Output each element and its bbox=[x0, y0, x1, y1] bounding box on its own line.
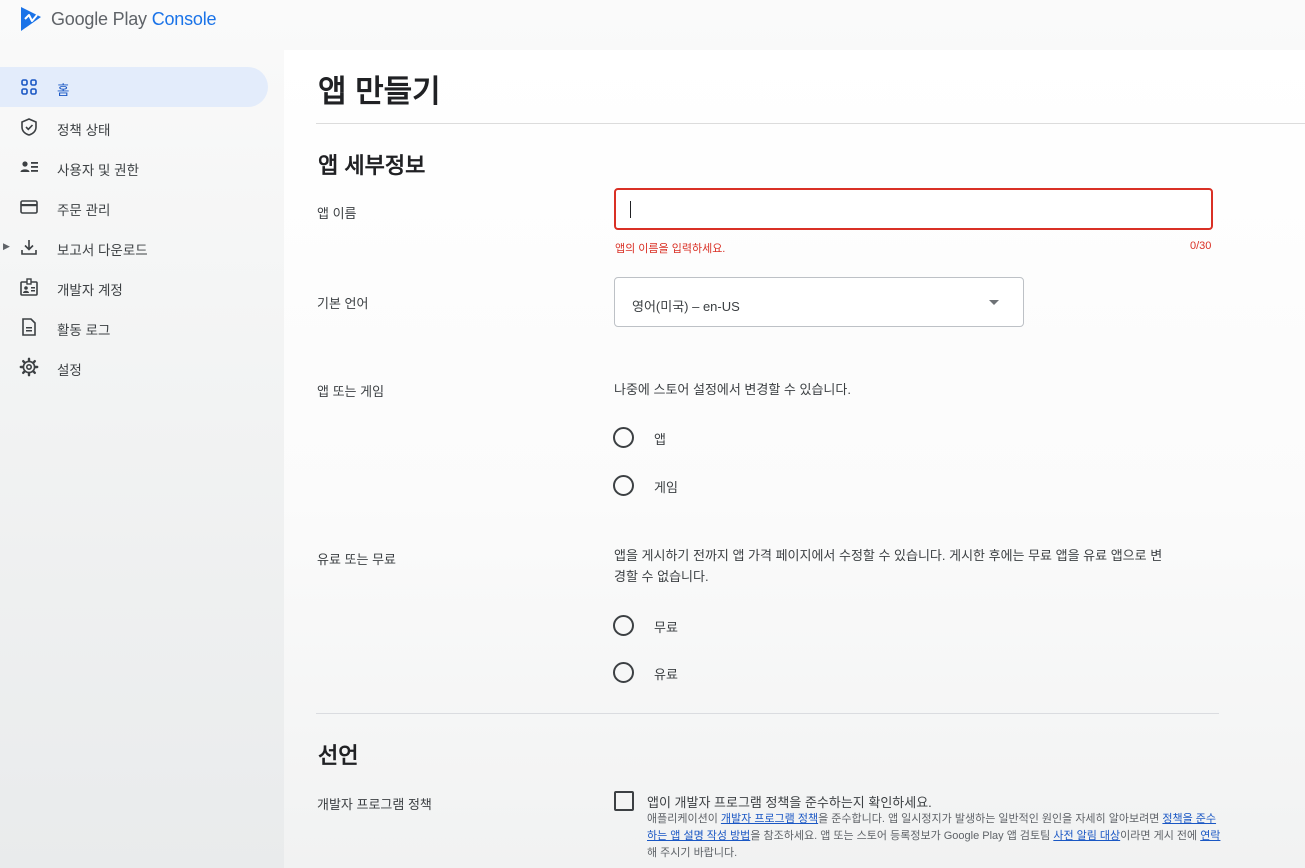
page-title: 앱 만들기 bbox=[318, 74, 441, 109]
sidebar-item-label: 설정 bbox=[57, 363, 82, 378]
sidebar-item-label: 홈 bbox=[57, 83, 70, 98]
brand-console: Console bbox=[151, 9, 217, 29]
radio-button[interactable] bbox=[613, 615, 634, 636]
app-name-input[interactable] bbox=[614, 188, 1213, 230]
policy-text-part: 애플리케이션이 bbox=[647, 813, 721, 825]
sidebar-item-order-management[interactable]: 주문 관리 bbox=[0, 187, 268, 227]
app-name-char-counter: 0/30 bbox=[1190, 240, 1212, 252]
app-name-error: 앱의 이름을 입력하세요. bbox=[615, 243, 726, 255]
gear-icon bbox=[19, 357, 39, 377]
sidebar-item-label: 주문 관리 bbox=[57, 203, 111, 218]
radio-button[interactable] bbox=[613, 662, 634, 683]
dashboard-icon bbox=[21, 79, 37, 95]
radio-button[interactable] bbox=[613, 475, 634, 496]
policy-checkbox-label: 앱이 개발자 프로그램 정책을 준수하는지 확인하세요. bbox=[647, 795, 932, 810]
pre-notification-link[interactable]: 사전 알림 대상 bbox=[1053, 830, 1120, 842]
sidebar-item-label: 보고서 다운로드 bbox=[57, 243, 148, 258]
brand-title[interactable]: Google Play Console bbox=[51, 9, 217, 30]
play-console-logo-icon[interactable] bbox=[20, 6, 42, 32]
dropdown-arrow-icon bbox=[989, 300, 999, 305]
developer-program-policy-link[interactable]: 개발자 프로그램 정책 bbox=[721, 813, 818, 825]
sidebar-item-home[interactable]: 홈 bbox=[0, 67, 268, 107]
developer-policy-label: 개발자 프로그램 정책 bbox=[317, 797, 432, 812]
policy-description: 애플리케이션이 개발자 프로그램 정책을 준수합니다. 앱 일시정지가 발생하는… bbox=[647, 811, 1222, 862]
sidebar-item-label: 사용자 및 권한 bbox=[57, 163, 140, 178]
policy-text-part: 을 참조하세요. 앱 또는 스토어 등록정보가 Google Play 앱 검토… bbox=[750, 830, 1054, 842]
default-language-select[interactable]: 영어(미국) – en-US bbox=[614, 277, 1024, 327]
free-or-paid-label: 유료 또는 무료 bbox=[317, 552, 396, 567]
brand-google-play: Google Play bbox=[51, 9, 147, 29]
sidebar-item-developer-account[interactable]: 개발자 계정 bbox=[0, 267, 268, 307]
radio-label: 유료 bbox=[654, 667, 678, 682]
shield-icon bbox=[21, 118, 37, 136]
default-language-value: 영어(미국) – en-US bbox=[632, 299, 740, 314]
app-or-game-helper: 나중에 스토어 설정에서 변경할 수 있습니다. bbox=[614, 382, 851, 397]
policy-text-part: 이라면 게시 전에 bbox=[1120, 830, 1201, 842]
section-divider bbox=[316, 713, 1219, 714]
default-language-label: 기본 언어 bbox=[317, 296, 369, 311]
radio-button[interactable] bbox=[613, 427, 634, 448]
radio-label: 게임 bbox=[654, 480, 678, 495]
sidebar-item-label: 정책 상태 bbox=[57, 123, 111, 138]
document-icon bbox=[22, 318, 36, 336]
top-bar: Google Play Console bbox=[0, 0, 1305, 44]
sidebar-item-label: 활동 로그 bbox=[57, 323, 111, 338]
sidebar-item-policy-status[interactable]: 정책 상태 bbox=[0, 107, 268, 147]
sidebar-item-users-permissions[interactable]: 사용자 및 권한 bbox=[0, 147, 268, 187]
app-or-game-label: 앱 또는 게임 bbox=[317, 384, 385, 399]
sidebar-item-label: 개발자 계정 bbox=[57, 283, 123, 298]
section-title-app-details: 앱 세부정보 bbox=[318, 153, 426, 178]
contact-link[interactable]: 연락 bbox=[1200, 830, 1220, 842]
sidebar-item-download-reports[interactable]: ▶ 보고서 다운로드 bbox=[0, 227, 268, 267]
policy-text-part: 해 주시기 바랍니다. bbox=[647, 847, 738, 859]
radio-label: 앱 bbox=[654, 432, 666, 447]
radio-label: 무료 bbox=[654, 620, 678, 635]
section-title-declarations: 선언 bbox=[318, 743, 359, 768]
sidebar-item-activity-log[interactable]: 활동 로그 bbox=[0, 307, 268, 347]
credit-card-icon bbox=[20, 200, 38, 214]
badge-icon bbox=[20, 278, 38, 296]
free-or-paid-helper-line2: 경할 수 없습니다. bbox=[614, 569, 709, 584]
users-icon bbox=[20, 161, 38, 172]
sidebar-item-settings[interactable]: 설정 bbox=[0, 347, 268, 387]
download-icon bbox=[21, 240, 37, 255]
main-content: 앱 만들기 앱 세부정보 앱 이름 앱의 이름을 입력하세요. 0/30 기본 … bbox=[284, 50, 1305, 868]
app-name-label: 앱 이름 bbox=[317, 206, 357, 221]
free-or-paid-helper-line1: 앱을 게시하기 전까지 앱 가격 페이지에서 수정할 수 있습니다. 게시한 후… bbox=[614, 548, 1163, 563]
expand-arrow-icon[interactable]: ▶ bbox=[3, 241, 10, 252]
text-cursor bbox=[630, 201, 631, 218]
policy-text-part: 을 준수합니다. 앱 일시정지가 발생하는 일반적인 원인을 자세히 알아보려면 bbox=[818, 813, 1163, 825]
policy-checkbox[interactable] bbox=[614, 791, 634, 811]
title-divider bbox=[316, 123, 1305, 124]
